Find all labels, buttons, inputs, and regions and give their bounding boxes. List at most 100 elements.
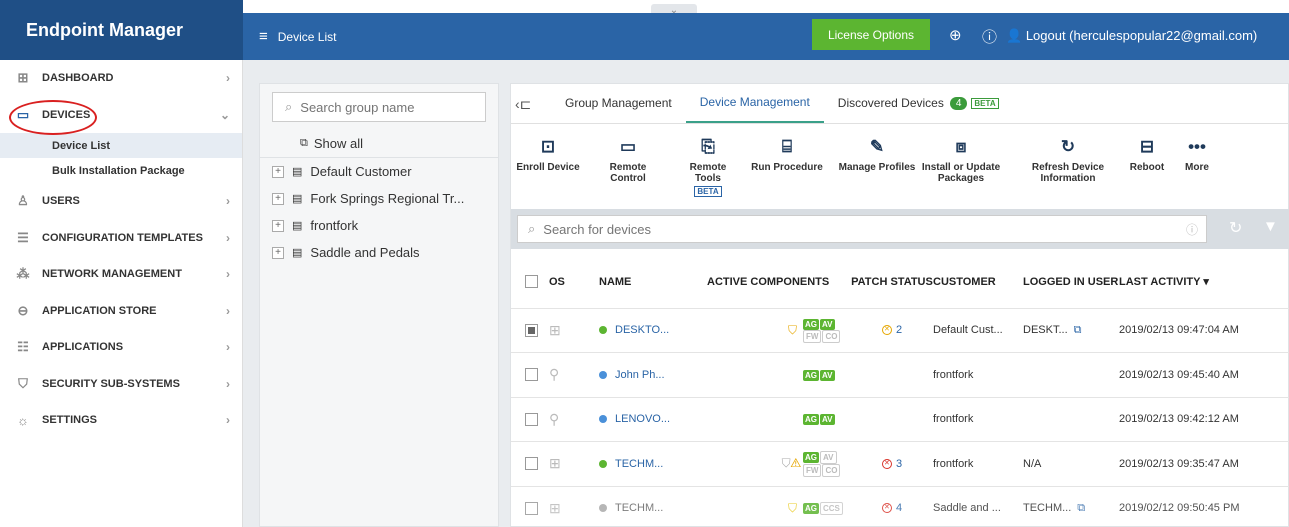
group-search-input[interactable] — [300, 99, 471, 115]
device-name-link[interactable]: TECHM... — [615, 502, 663, 514]
refresh-icon[interactable]: ↻ — [1229, 218, 1242, 238]
sidebar-item-dashboard[interactable]: ⊞ DASHBOARD › — [0, 60, 242, 97]
shield-icon: ⛉ — [781, 456, 791, 471]
column-header-last-activity[interactable]: LAST ACTIVITY — [1119, 256, 1289, 309]
sidebar-item-applications[interactable]: ☷ APPLICATIONS › — [0, 329, 242, 366]
table-row[interactable]: ⊞ TECHM... ⛉⚠ AG AVFW CO ✕ 3 frontfork N/A … — [511, 441, 1289, 487]
column-header-patch-status[interactable]: PATCH STATUS — [851, 256, 933, 309]
expand-icon[interactable]: + — [272, 192, 284, 205]
row-checkbox[interactable] — [525, 457, 538, 471]
group-item[interactable]: + ▤ Default Customer — [260, 158, 498, 185]
status-dot — [599, 415, 607, 424]
row-checkbox[interactable] — [525, 412, 538, 426]
customer-cell: frontfork — [933, 441, 1023, 487]
reboot-button[interactable]: ⊟ Reboot — [1129, 132, 1165, 173]
device-search-box[interactable]: ⌕ ⓘ — [517, 215, 1207, 243]
sidebar-item-application-store[interactable]: ⊖ APPLICATION STORE › — [0, 293, 242, 330]
device-name-link[interactable]: John Ph... — [615, 369, 665, 381]
table-row[interactable]: ⚲ John Ph... AG AV frontfork 2019/02/13 0… — [511, 352, 1289, 398]
sidebar-item-users[interactable]: ♙ USERS › — [0, 183, 242, 220]
logout-link[interactable]: 👤 Logout (herculespopular22@gmail.com) — [1006, 28, 1257, 44]
android-icon: ⚲ — [549, 366, 560, 383]
run-procedure-button[interactable]: ⌸ Run Procedure — [747, 132, 827, 173]
help-icon[interactable]: ⓘ — [982, 26, 997, 47]
add-icon[interactable]: ⊕ — [949, 26, 962, 44]
tab-device-management[interactable]: Device Management — [685, 83, 824, 123]
patch-count[interactable]: 3 — [896, 458, 902, 470]
tab-discovered-devices[interactable]: Discovered Devices 4 BETA — [824, 83, 1013, 123]
user-cell — [1023, 397, 1119, 442]
column-header-name[interactable]: NAME — [599, 256, 707, 309]
reboot-icon: ⊟ — [1139, 137, 1155, 156]
column-header-active-components[interactable]: ACTIVE COMPONENTS — [707, 256, 851, 309]
refresh-device-information-button[interactable]: ↻ Refresh Device Information — [1023, 132, 1113, 184]
sidebar-item-devices[interactable]: ▭ DEVICES ⌄ — [0, 97, 242, 134]
group-item[interactable]: + ▤ frontfork — [260, 212, 498, 239]
tree-toggle-icon[interactable]: ‹⊏ — [515, 96, 531, 113]
remote-login-icon[interactable]: ⧉ — [1077, 502, 1085, 514]
tool-label: Install or Update Packages — [921, 162, 1001, 184]
info-icon[interactable]: ⓘ — [1186, 221, 1198, 238]
dashboard-icon: ⊞ — [17, 70, 29, 86]
device-name-link[interactable]: LENOVO... — [615, 413, 670, 425]
patch-count[interactable]: 2 — [896, 324, 902, 336]
enroll-icon: ⊡ — [540, 137, 556, 156]
device-search-input[interactable] — [543, 221, 1144, 237]
sidebar-subitem-device-list[interactable]: Device List — [0, 133, 242, 158]
status-dot — [599, 459, 607, 468]
remote-tools-button[interactable]: ⎘ Remote Tools BETA — [677, 132, 739, 197]
column-header-os[interactable]: OS — [549, 256, 599, 309]
sidebar-item-label: USERS — [42, 195, 80, 208]
sidebar-item-settings[interactable]: ☼ SETTINGS › — [0, 402, 242, 439]
status-dot — [599, 504, 607, 513]
beta-badge: BETA — [694, 186, 722, 197]
show-all-label: Show all — [313, 136, 363, 151]
sidebar-item-network-management[interactable]: ⁂ NETWORK MANAGEMENT › — [0, 256, 242, 293]
column-header-logged-in-user[interactable]: LOGGED IN USER — [1023, 256, 1119, 309]
table-row[interactable]: ⊞ DESKTO... ⛉ AG AVFW CO ✕ 2 Default Cust..… — [511, 308, 1289, 353]
install-update-packages-button[interactable]: ⧈ Install or Update Packages — [917, 132, 1005, 184]
column-header-customer[interactable]: CUSTOMER — [933, 256, 1023, 309]
search-icon: ⌕ — [285, 99, 293, 114]
component-av-badge: AV — [820, 318, 835, 330]
search-icon: ⌕ — [528, 221, 536, 236]
sidebar-item-label: SECURITY SUB-SYSTEMS — [42, 377, 180, 390]
component-ag-badge: AG — [803, 451, 819, 463]
group-item[interactable]: + ▤ Saddle and Pedals — [260, 239, 498, 266]
table-row[interactable]: ⊞ TECHM... ⛉ AG CCS ✕ 4 Saddle and ... TEC… — [511, 486, 1289, 527]
expand-icon[interactable]: + — [272, 246, 284, 259]
device-name-link[interactable]: TECHM... — [615, 458, 663, 470]
expand-icon[interactable]: + — [272, 165, 284, 178]
select-all-checkbox[interactable] — [525, 275, 538, 289]
menu-icon[interactable]: ≡ — [259, 28, 268, 45]
license-options-button[interactable]: License Options — [812, 19, 930, 50]
tab-group-management[interactable]: Group Management — [551, 83, 686, 123]
remote-login-icon[interactable]: ⧉ — [1074, 324, 1082, 336]
shield-warning-icon: ⛉ — [787, 322, 797, 337]
manage-profiles-button[interactable]: ✎ Manage Profiles — [837, 132, 917, 173]
more-button[interactable]: ••• More — [1179, 132, 1215, 173]
table-row[interactable]: ⚲ LENOVO... AG AV frontfork 2019/02/13 09… — [511, 397, 1289, 442]
enroll-device-button[interactable]: ⊡ Enroll Device — [515, 132, 581, 173]
beta-badge: BETA — [971, 97, 999, 109]
patch-count[interactable]: 4 — [896, 502, 902, 514]
row-checkbox[interactable] — [525, 368, 538, 382]
show-all-button[interactable]: ⧉ Show all — [260, 130, 498, 158]
sidebar-subitem-bulk-installation[interactable]: Bulk Installation Package — [0, 158, 242, 183]
expand-icon[interactable]: + — [272, 219, 284, 232]
chevron-right-icon: › — [226, 376, 230, 391]
device-name-link[interactable]: DESKTO... — [615, 324, 669, 336]
remote-control-button[interactable]: ▭ Remote Control — [591, 132, 665, 184]
row-checkbox[interactable] — [525, 501, 538, 515]
sidebar-item-security-sub-systems[interactable]: ⛉ SECURITY SUB-SYSTEMS › — [0, 366, 242, 403]
laptop-icon: ▭ — [619, 137, 637, 156]
group-search-box[interactable]: ⌕ — [272, 92, 486, 122]
tool-label: Enroll Device — [516, 162, 580, 173]
filter-icon[interactable]: ▼ — [1263, 218, 1278, 235]
network-icon: ⁂ — [16, 266, 30, 282]
group-item[interactable]: + ▤ Fork Springs Regional Tr... — [260, 185, 498, 212]
tool-label: More — [1185, 162, 1209, 173]
customer-cell: Default Cust... — [933, 308, 1023, 353]
sidebar-item-configuration-templates[interactable]: ☰ CONFIGURATION TEMPLATES › — [0, 220, 242, 257]
row-checkbox[interactable] — [525, 323, 538, 337]
